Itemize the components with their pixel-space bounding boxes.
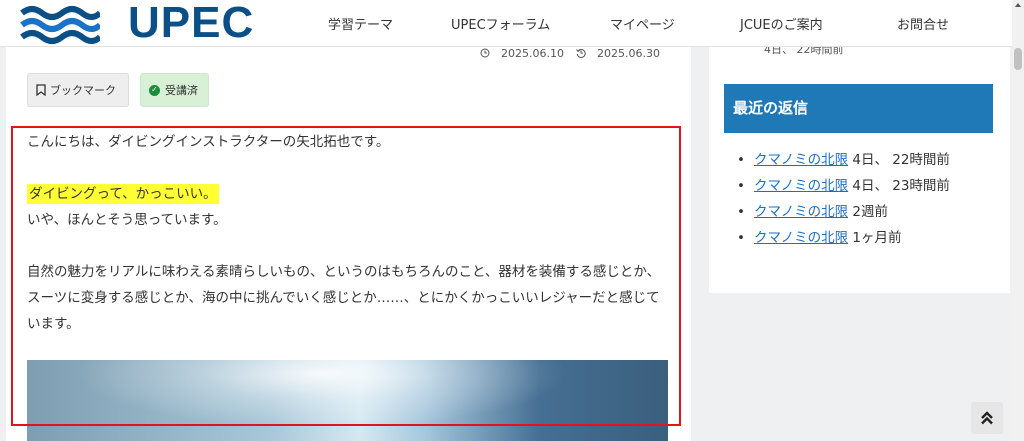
published-date-text: 2025.06.10 [501, 47, 565, 60]
reply-topic-link[interactable]: クマノミの北限 [754, 178, 848, 194]
reply-time: 1ヶ月前 [852, 230, 902, 246]
reply-topic-link[interactable]: クマノミの北限 [754, 230, 848, 246]
updated-date: 2025.06.30 [575, 47, 660, 60]
completed-badge-button[interactable]: ✓ 受講済 [140, 73, 209, 107]
check-circle-icon: ✓ [149, 84, 160, 96]
nav-my-page[interactable]: マイページ [610, 14, 675, 33]
reply-topic-link[interactable]: クマノミの北限 [754, 152, 848, 168]
nav-contact[interactable]: お問合せ [897, 14, 949, 33]
recent-replies-list: クマノミの北限 4日、 22時間前 クマノミの北限 4日、 23時間前 クマノミ… [737, 147, 950, 251]
double-chevron-up-icon [981, 411, 993, 425]
reply-time: 4日、 23時間前 [852, 178, 950, 194]
bookmark-label: ブックマーク [50, 84, 116, 97]
clock-icon [480, 48, 490, 58]
nav-learning-themes[interactable]: 学習テーマ [328, 14, 393, 33]
list-item: クマノミの北限 1ヶ月前 [737, 225, 950, 251]
reply-time: 2週前 [852, 204, 888, 220]
list-item: クマノミの北限 4日、 22時間前 [737, 147, 950, 173]
back-to-top-button[interactable] [971, 402, 1003, 434]
nav-upec-forum[interactable]: UPECフォーラム [451, 14, 550, 33]
reply-time: 4日、 22時間前 [852, 152, 950, 168]
sidebar: 4日、 22時間前 最近の返信 クマノミの北限 4日、 22時間前 クマノミの北… [709, 43, 1010, 293]
list-item: クマノミの北限 2週前 [737, 199, 950, 225]
completed-label: 受講済 [165, 84, 198, 97]
scroll-up-icon[interactable] [1015, 3, 1021, 7]
article-dates: 2025.06.10 2025.06.30 [472, 47, 660, 60]
scroll-thumb[interactable] [1014, 48, 1022, 70]
reply-topic-link[interactable]: クマノミの北限 [754, 204, 848, 220]
bookmark-icon [36, 84, 46, 96]
main-nav: 学習テーマ UPECフォーラム マイページ JCUEのご案内 お問合せ [0, 14, 1012, 34]
list-item: クマノミの北限 4日、 23時間前 [737, 173, 950, 199]
published-date: 2025.06.10 [480, 47, 568, 60]
annotation-highlight-box [11, 126, 681, 426]
bookmark-button[interactable]: ブックマーク [27, 73, 129, 107]
page-scrollbar[interactable] [1012, 0, 1024, 441]
site-header: UPEC 学習テーマ UPECフォーラム マイページ JCUEのご案内 お問合せ [0, 0, 1012, 47]
nav-jcue-info[interactable]: JCUEのご案内 [740, 14, 823, 33]
history-icon [575, 48, 586, 58]
updated-date-text: 2025.06.30 [597, 47, 660, 60]
recent-replies-heading: 最近の返信 [724, 84, 993, 133]
